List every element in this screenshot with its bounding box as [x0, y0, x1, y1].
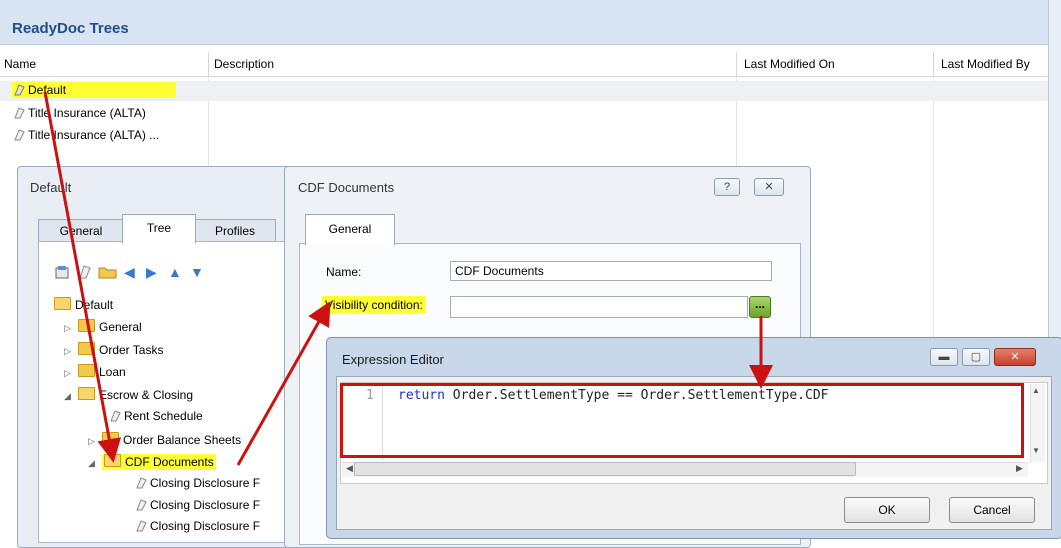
- tab-general[interactable]: General: [305, 214, 395, 246]
- tab-tree[interactable]: Tree: [122, 214, 196, 244]
- arrow-cdf-to-visibility: [236, 301, 331, 466]
- arrow-default-to-cdf: [43, 91, 122, 463]
- annotation-arrows: [43, 91, 773, 466]
